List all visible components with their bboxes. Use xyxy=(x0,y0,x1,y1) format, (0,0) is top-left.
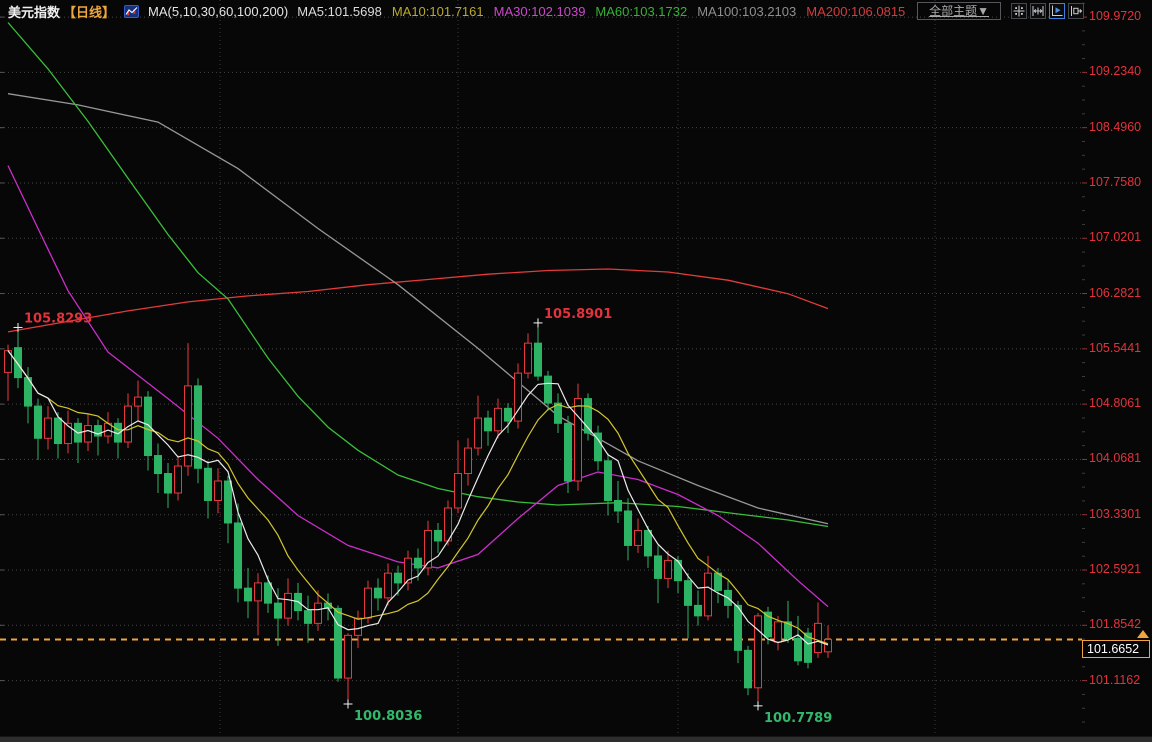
kline-chart-icon xyxy=(124,5,139,18)
fit-width-icon[interactable] xyxy=(1030,3,1046,19)
candle-body xyxy=(615,500,622,510)
current-price-tag: 101.6652 xyxy=(1082,640,1150,658)
ma-value-label: MA100:103.2103 xyxy=(697,4,796,19)
candle-body xyxy=(685,581,692,606)
bottom-scrollbar[interactable] xyxy=(0,736,1152,742)
shift-right-icon[interactable] xyxy=(1068,3,1084,19)
candle-body xyxy=(375,588,382,598)
candle-body xyxy=(235,523,242,588)
theme-selector-button[interactable]: 全部主题▼ xyxy=(917,2,1001,20)
ma-value-label: MA30:102.1039 xyxy=(494,4,586,19)
candle-body xyxy=(545,376,552,403)
axis-scale-icon[interactable] xyxy=(1049,3,1065,19)
candle-body xyxy=(415,558,422,568)
ma-value-label: MA200:106.0815 xyxy=(806,4,905,19)
candle-body xyxy=(225,481,232,523)
period-label: 【日线】 xyxy=(63,2,115,21)
ma-params-label: MA(5,10,30,60,100,200) xyxy=(148,4,288,19)
candle-body xyxy=(455,474,462,508)
candle-body xyxy=(195,386,202,468)
chart-toolbar xyxy=(1011,3,1084,19)
candle-body xyxy=(255,583,262,601)
candle-body xyxy=(285,593,292,618)
candle-body xyxy=(475,418,482,448)
candle-body xyxy=(175,466,182,493)
page-title: 美元指数 xyxy=(8,2,60,21)
candle-body xyxy=(535,343,542,376)
candle-body xyxy=(695,605,702,615)
candle-body xyxy=(275,603,282,618)
candle-body xyxy=(55,418,62,443)
price-annotation: 105.8901 xyxy=(544,307,612,322)
candle-body xyxy=(465,448,472,473)
candle-body xyxy=(315,603,322,623)
candle-body xyxy=(795,638,802,660)
candle-body xyxy=(395,573,402,583)
candlestick-chart[interactable]: 105.8293 105.8901 100.8036 100.7789 xyxy=(0,0,1152,742)
candle-body xyxy=(185,386,192,466)
candle-body xyxy=(825,639,832,651)
candle-body xyxy=(735,605,742,650)
candle-body xyxy=(165,474,172,493)
price-annotation: 100.7789 xyxy=(764,711,832,726)
candle-body xyxy=(365,588,372,618)
candle-body xyxy=(305,611,312,624)
ma-value-label: MA5:101.5698 xyxy=(297,4,382,19)
candle-body xyxy=(15,348,22,378)
ma-line-ma60 xyxy=(8,23,828,527)
candle-body xyxy=(665,560,672,578)
candle-body xyxy=(575,399,582,481)
crosshair-icon[interactable] xyxy=(1011,3,1027,19)
candle-body xyxy=(215,481,222,500)
candle-body xyxy=(495,408,502,430)
price-annotation: 100.8036 xyxy=(354,709,422,724)
candle-body xyxy=(655,556,662,578)
chart-window: 105.8293 105.8901 100.8036 100.7789 美元指数 【日… xyxy=(0,0,1152,742)
candle-body xyxy=(45,418,52,438)
candle-body xyxy=(745,650,752,687)
candle-body xyxy=(245,588,252,601)
candle-body xyxy=(355,618,362,635)
candle-body xyxy=(675,560,682,580)
candle-body xyxy=(705,573,712,616)
candle-body xyxy=(525,343,532,373)
candle-body xyxy=(605,461,612,501)
candle-body xyxy=(85,426,92,442)
candle-body xyxy=(815,623,822,652)
candle-body xyxy=(775,622,782,642)
candle-body xyxy=(435,530,442,540)
price-annotation: 105.8293 xyxy=(24,311,92,326)
candle-body xyxy=(485,418,492,431)
candle-body xyxy=(635,530,642,545)
candle-body xyxy=(145,397,152,455)
candle-body xyxy=(265,583,272,603)
candle-body xyxy=(205,468,212,500)
candle-body xyxy=(565,423,572,481)
candle-body xyxy=(125,406,132,442)
chart-header: 美元指数 【日线】 MA(5,10,30,60,100,200) MA5:101… xyxy=(0,0,1084,22)
candle-body xyxy=(335,608,342,678)
candle-body xyxy=(345,635,352,678)
ma-line-ma30 xyxy=(8,166,828,607)
header-right-group: 全部主题▼ xyxy=(917,2,1084,20)
candle-body xyxy=(385,573,392,598)
candle-body xyxy=(755,616,762,688)
ma-value-label: MA60:103.1732 xyxy=(595,4,687,19)
candle-body xyxy=(625,511,632,545)
candle-body xyxy=(645,530,652,555)
candle-body xyxy=(505,408,512,421)
candle-body xyxy=(135,397,142,406)
ma-value-label: MA10:101.7161 xyxy=(392,4,484,19)
ma-values: MA5:101.5698 MA10:101.7161 MA30:102.1039 MA… xyxy=(297,4,905,19)
candle-body xyxy=(35,406,42,438)
current-price-arrow-icon xyxy=(1137,630,1149,638)
candle-body xyxy=(155,456,162,474)
